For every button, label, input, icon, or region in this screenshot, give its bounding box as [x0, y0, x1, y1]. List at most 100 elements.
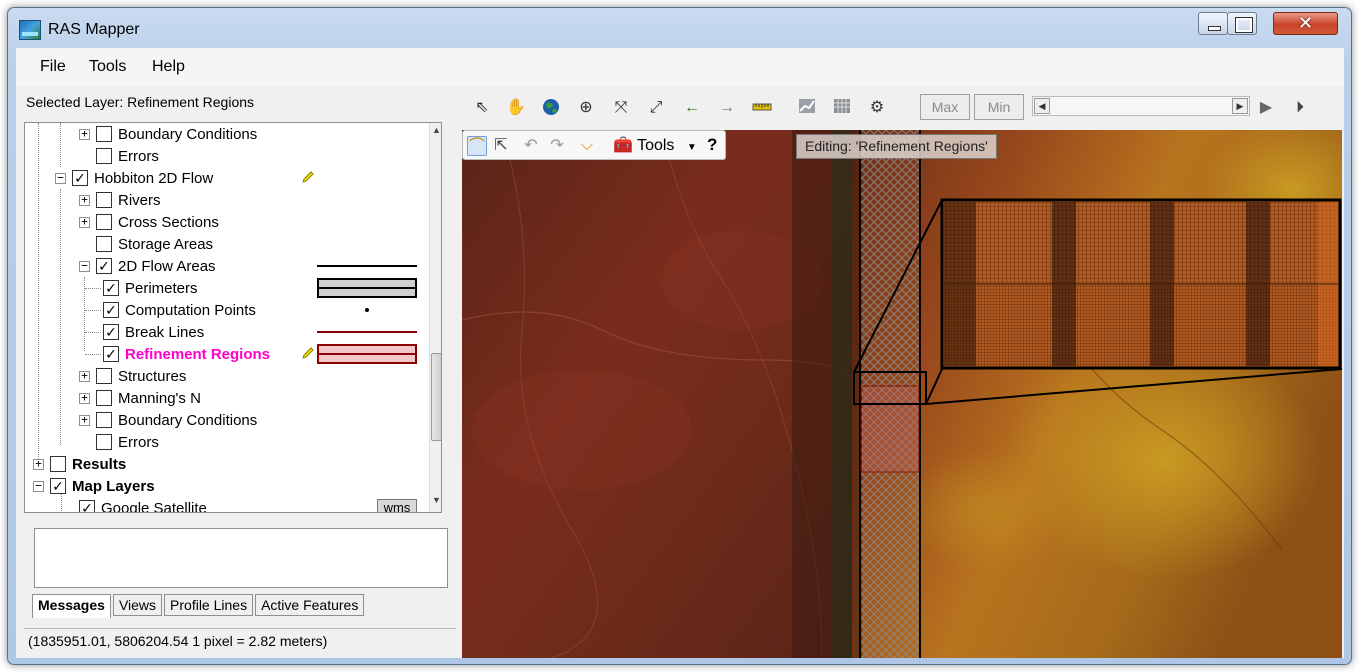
tab-active-features[interactable]: Active Features [255, 594, 365, 616]
zoom-in-icon[interactable]: ⊕ [576, 98, 596, 118]
globe-icon[interactable] [541, 98, 561, 118]
layer-checkbox[interactable] [96, 412, 112, 428]
menu-file[interactable]: File [40, 58, 66, 76]
layer-checkbox[interactable] [96, 126, 112, 142]
expand-icon[interactable]: + [79, 194, 90, 206]
tree-item-boundary-conditions-2[interactable]: + Boundary Conditions [79, 409, 257, 431]
tree-item-results[interactable]: + Results [33, 453, 126, 475]
close-button[interactable]: ✕ [1273, 12, 1338, 35]
tree-item-cross-sections[interactable]: + Cross Sections [79, 211, 219, 233]
minimize-button[interactable] [1198, 12, 1228, 35]
tree-item-perimeters[interactable]: ✓ Perimeters [85, 277, 198, 299]
layer-checkbox[interactable]: ✓ [72, 170, 88, 186]
tree-item-2d-flow-areas[interactable]: − ✓ 2D Flow Areas [79, 255, 216, 277]
tab-profile-lines[interactable]: Profile Lines [164, 594, 254, 616]
full-extent-icon[interactable]: ⤢ [646, 98, 666, 118]
menu-help[interactable]: Help [152, 58, 185, 76]
expand-icon[interactable]: + [79, 414, 90, 426]
tree-item-label: Google Satellite [101, 499, 207, 513]
back-arrow-icon[interactable]: ← [682, 98, 702, 118]
tools-dropdown[interactable]: 🧰 Tools ▼ [613, 135, 697, 155]
chevron-down-icon: ▼ [686, 142, 697, 153]
forward-arrow-icon[interactable]: → [717, 98, 737, 118]
undo-icon[interactable]: ↶ [521, 136, 541, 156]
layer-checkbox[interactable]: ✓ [79, 500, 95, 512]
tab-views[interactable]: Views [112, 594, 163, 616]
expand-icon[interactable]: + [79, 370, 90, 382]
scroll-up-icon[interactable]: ▲ [431, 125, 441, 139]
tree-item-errors-2[interactable]: Errors [79, 431, 159, 453]
tree-item-hobbiton-2d-flow[interactable]: − ✓ Hobbiton 2D Flow [55, 167, 213, 189]
help-button[interactable]: ? [707, 135, 717, 155]
slider-left-icon[interactable]: ◀ [1034, 98, 1050, 114]
raster-grid-icon[interactable] [832, 98, 852, 118]
title-bar[interactable]: RAS Mapper ✕ [8, 8, 1351, 48]
expand-icon[interactable]: + [33, 458, 44, 470]
min-button[interactable]: Min [974, 94, 1024, 120]
status-bar-coordinates: (1835951.01, 5806204.54 1 pixel = 2.82 m… [24, 628, 456, 652]
settings-gear-icon[interactable]: ⚙ [867, 98, 887, 118]
layer-checkbox[interactable]: ✓ [103, 302, 119, 318]
slider-right-icon[interactable]: ▶ [1232, 98, 1248, 114]
expand-icon[interactable]: + [79, 392, 90, 404]
layer-checkbox[interactable] [96, 368, 112, 384]
tree-item-errors-1[interactable]: Errors [79, 145, 159, 167]
refinement-regions-legend [317, 344, 417, 364]
tree-item-structures[interactable]: + Structures [79, 365, 186, 387]
layer-checkbox[interactable] [96, 390, 112, 406]
tree-item-label: 2D Flow Areas [118, 257, 216, 275]
edit-draw-icon[interactable]: ⌒ [467, 136, 487, 156]
tree-item-label: Computation Points [125, 301, 256, 319]
layer-tree[interactable]: + Boundary Conditions Errors − ✓ Hobbito… [24, 122, 442, 513]
collapse-icon[interactable]: − [55, 172, 66, 184]
edit-select-icon[interactable]: ⇱ [491, 136, 511, 156]
vertex-edit-icon[interactable]: ⌵ [577, 136, 597, 156]
tree-item-rivers[interactable]: + Rivers [79, 189, 161, 211]
scroll-thumb[interactable] [431, 353, 441, 441]
scroll-down-icon[interactable]: ▼ [431, 495, 441, 509]
layer-checkbox[interactable] [96, 148, 112, 164]
layer-checkbox[interactable]: ✓ [103, 324, 119, 340]
layer-checkbox[interactable]: ✓ [50, 478, 66, 494]
tab-messages[interactable]: Messages [32, 594, 111, 618]
layer-checkbox[interactable] [96, 214, 112, 230]
maximize-button[interactable] [1227, 12, 1257, 35]
map-view[interactable]: ⌒ ⇱ ↶ ↷ ⌵ 🧰 Tools ▼ ? Editing: 'Refineme… [462, 130, 1342, 658]
pan-hand-icon[interactable]: ✋ [506, 98, 526, 118]
redo-icon[interactable]: ↷ [547, 136, 567, 156]
tree-item-label: Perimeters [125, 279, 198, 297]
collapse-icon[interactable]: − [33, 480, 44, 492]
profile-plot-icon[interactable] [797, 98, 817, 118]
menu-tools[interactable]: Tools [89, 58, 126, 76]
tree-item-label: Boundary Conditions [118, 411, 258, 429]
time-slider[interactable]: ◀ ▶ [1032, 96, 1250, 116]
layer-checkbox[interactable] [96, 192, 112, 208]
layer-checkbox[interactable]: ✓ [96, 258, 112, 274]
expand-icon[interactable]: + [79, 128, 90, 140]
select-arrow-icon[interactable]: ⇖ [472, 98, 492, 118]
play-icon[interactable]: ▶ [1256, 98, 1276, 118]
tree-item-map-layers[interactable]: − ✓ Map Layers [33, 475, 155, 497]
tree-item-refinement-regions[interactable]: ✓ Refinement Regions [85, 343, 270, 365]
expand-icon[interactable]: + [79, 216, 90, 228]
animation-speed-icon[interactable]: ⏵ [1290, 98, 1310, 118]
layer-checkbox[interactable] [96, 434, 112, 450]
measure-ruler-icon[interactable] [752, 98, 772, 118]
tree-item-mannings-n[interactable]: + Manning's N [79, 387, 201, 409]
layer-checkbox[interactable]: ✓ [103, 280, 119, 296]
layer-checkbox[interactable] [96, 236, 112, 252]
tree-item-break-lines[interactable]: ✓ Break Lines [85, 321, 204, 343]
zoom-extent-inward-icon[interactable]: ⤧ [611, 98, 631, 118]
messages-panel[interactable] [34, 528, 448, 588]
tree-item-computation-points[interactable]: ✓ Computation Points [85, 299, 256, 321]
collapse-icon[interactable]: − [79, 260, 90, 272]
tree-scrollbar[interactable]: ▲ ▼ [429, 123, 441, 512]
layer-checkbox[interactable]: ✓ [103, 346, 119, 362]
tree-item-boundary-conditions-1[interactable]: + Boundary Conditions [79, 123, 257, 145]
tree-item-label: Manning's N [118, 389, 201, 407]
tree-item-google-satellite[interactable]: ✓ Google Satellite [79, 497, 207, 513]
max-button[interactable]: Max [920, 94, 970, 120]
tree-item-storage-areas[interactable]: Storage Areas [79, 233, 213, 255]
layer-checkbox[interactable] [50, 456, 66, 472]
app-icon [19, 20, 41, 40]
